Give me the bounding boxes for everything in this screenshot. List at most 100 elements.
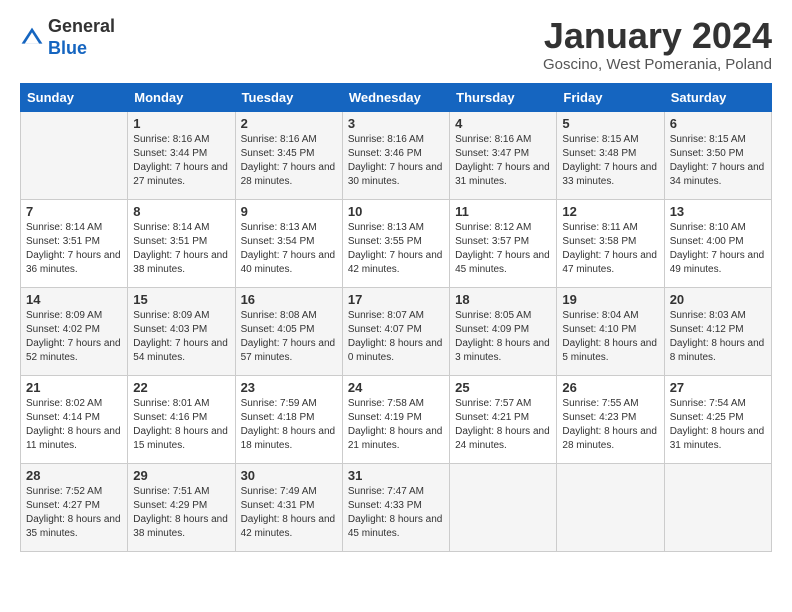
day-info: Sunrise: 8:15 AM Sunset: 3:48 PM Dayligh… [562, 133, 658, 189]
day-number: 17 [348, 292, 444, 307]
calendar-cell: 16 Sunrise: 8:08 AM Sunset: 4:05 PM Dayli… [235, 287, 342, 375]
day-info: Sunrise: 8:14 AM Sunset: 3:51 PM Dayligh… [133, 221, 229, 277]
page-header: General Blue January 2024 Goscino, West … [20, 16, 772, 73]
calendar-cell: 26 Sunrise: 7:55 AM Sunset: 4:23 PM Dayli… [557, 375, 664, 463]
calendar-cell: 10Sunrise: 8:13 AM Sunset: 3:55 PM Dayli… [342, 199, 449, 287]
calendar-cell: 3Sunrise: 8:16 AM Sunset: 3:46 PM Daylig… [342, 111, 449, 199]
calendar-header: Sunday Monday Tuesday Wednesday Thursday… [21, 83, 772, 111]
calendar-week-4: 21 Sunrise: 8:02 AM Sunset: 4:14 PM Dayli… [21, 375, 772, 463]
logo-text: General Blue [48, 16, 115, 59]
day-info: Sunrise: 8:16 AM Sunset: 3:44 PM Dayligh… [133, 133, 229, 189]
day-number: 12 [562, 204, 658, 219]
logo: General Blue [20, 16, 115, 59]
day-number: 22 [133, 380, 229, 395]
title-block: January 2024 Goscino, West Pomerania, Po… [543, 16, 772, 73]
day-info: Sunrise: 7:57 AM Sunset: 4:21 PM Dayligh… [455, 397, 551, 453]
logo-blue: Blue [48, 38, 87, 58]
day-number: 28 [26, 468, 122, 483]
calendar-cell: 19Sunrise: 8:04 AM Sunset: 4:10 PM Dayli… [557, 287, 664, 375]
calendar-week-3: 14 Sunrise: 8:09 AM Sunset: 4:02 PM Dayli… [21, 287, 772, 375]
col-wednesday: Wednesday [342, 83, 449, 111]
calendar-cell [557, 463, 664, 551]
calendar-week-2: 7 Sunrise: 8:14 AM Sunset: 3:51 PM Daylig… [21, 199, 772, 287]
calendar-cell: 11 Sunrise: 8:12 AM Sunset: 3:57 PM Dayli… [450, 199, 557, 287]
calendar-cell: 8 Sunrise: 8:14 AM Sunset: 3:51 PM Daylig… [128, 199, 235, 287]
logo-general: General [48, 16, 115, 36]
calendar-cell: 1 Sunrise: 8:16 AM Sunset: 3:44 PM Daylig… [128, 111, 235, 199]
day-info: Sunrise: 8:10 AM Sunset: 4:00 PM Dayligh… [670, 221, 766, 277]
day-number: 26 [562, 380, 658, 395]
calendar-cell: 13 Sunrise: 8:10 AM Sunset: 4:00 PM Dayli… [664, 199, 771, 287]
day-info: Sunrise: 7:55 AM Sunset: 4:23 PM Dayligh… [562, 397, 658, 453]
day-info: Sunrise: 8:09 AM Sunset: 4:02 PM Dayligh… [26, 309, 122, 365]
calendar-cell: 14 Sunrise: 8:09 AM Sunset: 4:02 PM Dayli… [21, 287, 128, 375]
calendar-week-1: 1 Sunrise: 8:16 AM Sunset: 3:44 PM Daylig… [21, 111, 772, 199]
calendar-cell: 2 Sunrise: 8:16 AM Sunset: 3:45 PM Daylig… [235, 111, 342, 199]
day-number: 13 [670, 204, 766, 219]
day-info: Sunrise: 8:14 AM Sunset: 3:51 PM Dayligh… [26, 221, 122, 277]
calendar-cell: 20 Sunrise: 8:03 AM Sunset: 4:12 PM Dayli… [664, 287, 771, 375]
calendar-cell: 12 Sunrise: 8:11 AM Sunset: 3:58 PM Dayli… [557, 199, 664, 287]
day-number: 18 [455, 292, 551, 307]
day-number: 27 [670, 380, 766, 395]
day-number: 25 [455, 380, 551, 395]
day-number: 5 [562, 116, 658, 131]
calendar-cell: 23 Sunrise: 7:59 AM Sunset: 4:18 PM Dayli… [235, 375, 342, 463]
calendar-cell: 9Sunrise: 8:13 AM Sunset: 3:54 PM Daylig… [235, 199, 342, 287]
calendar-week-5: 28 Sunrise: 7:52 AM Sunset: 4:27 PM Dayli… [21, 463, 772, 551]
day-number: 30 [241, 468, 337, 483]
day-info: Sunrise: 8:12 AM Sunset: 3:57 PM Dayligh… [455, 221, 551, 277]
day-info: Sunrise: 8:01 AM Sunset: 4:16 PM Dayligh… [133, 397, 229, 453]
day-info: Sunrise: 7:58 AM Sunset: 4:19 PM Dayligh… [348, 397, 444, 453]
day-number: 29 [133, 468, 229, 483]
day-info: Sunrise: 8:04 AM Sunset: 4:10 PM Dayligh… [562, 309, 658, 365]
day-info: Sunrise: 8:03 AM Sunset: 4:12 PM Dayligh… [670, 309, 766, 365]
month-title: January 2024 [543, 16, 772, 56]
logo-icon [20, 26, 44, 50]
col-thursday: Thursday [450, 83, 557, 111]
day-number: 1 [133, 116, 229, 131]
calendar-cell: 17 Sunrise: 8:07 AM Sunset: 4:07 PM Dayli… [342, 287, 449, 375]
day-number: 24 [348, 380, 444, 395]
col-sunday: Sunday [21, 83, 128, 111]
col-saturday: Saturday [664, 83, 771, 111]
day-number: 3 [348, 116, 444, 131]
calendar-table: Sunday Monday Tuesday Wednesday Thursday… [20, 83, 772, 552]
calendar-cell: 7 Sunrise: 8:14 AM Sunset: 3:51 PM Daylig… [21, 199, 128, 287]
calendar-cell: 4Sunrise: 8:16 AM Sunset: 3:47 PM Daylig… [450, 111, 557, 199]
day-info: Sunrise: 8:11 AM Sunset: 3:58 PM Dayligh… [562, 221, 658, 277]
day-number: 7 [26, 204, 122, 219]
calendar-cell: 29 Sunrise: 7:51 AM Sunset: 4:29 PM Dayli… [128, 463, 235, 551]
calendar-cell: 28 Sunrise: 7:52 AM Sunset: 4:27 PM Dayli… [21, 463, 128, 551]
day-number: 31 [348, 468, 444, 483]
day-info: Sunrise: 8:07 AM Sunset: 4:07 PM Dayligh… [348, 309, 444, 365]
day-number: 9 [241, 204, 337, 219]
day-number: 21 [26, 380, 122, 395]
day-info: Sunrise: 8:02 AM Sunset: 4:14 PM Dayligh… [26, 397, 122, 453]
day-info: Sunrise: 7:52 AM Sunset: 4:27 PM Dayligh… [26, 485, 122, 541]
col-monday: Monday [128, 83, 235, 111]
calendar-cell: 25 Sunrise: 7:57 AM Sunset: 4:21 PM Dayli… [450, 375, 557, 463]
day-number: 16 [241, 292, 337, 307]
day-number: 23 [241, 380, 337, 395]
calendar-cell: 24 Sunrise: 7:58 AM Sunset: 4:19 PM Dayli… [342, 375, 449, 463]
day-info: Sunrise: 7:54 AM Sunset: 4:25 PM Dayligh… [670, 397, 766, 453]
day-info: Sunrise: 7:51 AM Sunset: 4:29 PM Dayligh… [133, 485, 229, 541]
calendar-cell: 21 Sunrise: 8:02 AM Sunset: 4:14 PM Dayli… [21, 375, 128, 463]
calendar-body: 1 Sunrise: 8:16 AM Sunset: 3:44 PM Daylig… [21, 111, 772, 551]
day-number: 8 [133, 204, 229, 219]
day-info: Sunrise: 7:49 AM Sunset: 4:31 PM Dayligh… [241, 485, 337, 541]
calendar-cell: 6Sunrise: 8:15 AM Sunset: 3:50 PM Daylig… [664, 111, 771, 199]
day-number: 2 [241, 116, 337, 131]
day-number: 14 [26, 292, 122, 307]
header-row: Sunday Monday Tuesday Wednesday Thursday… [21, 83, 772, 111]
col-friday: Friday [557, 83, 664, 111]
day-info: Sunrise: 7:59 AM Sunset: 4:18 PM Dayligh… [241, 397, 337, 453]
day-number: 10 [348, 204, 444, 219]
day-number: 4 [455, 116, 551, 131]
day-info: Sunrise: 8:08 AM Sunset: 4:05 PM Dayligh… [241, 309, 337, 365]
day-number: 20 [670, 292, 766, 307]
calendar-cell: 30 Sunrise: 7:49 AM Sunset: 4:31 PM Dayli… [235, 463, 342, 551]
day-number: 11 [455, 204, 551, 219]
day-info: Sunrise: 8:16 AM Sunset: 3:45 PM Dayligh… [241, 133, 337, 189]
